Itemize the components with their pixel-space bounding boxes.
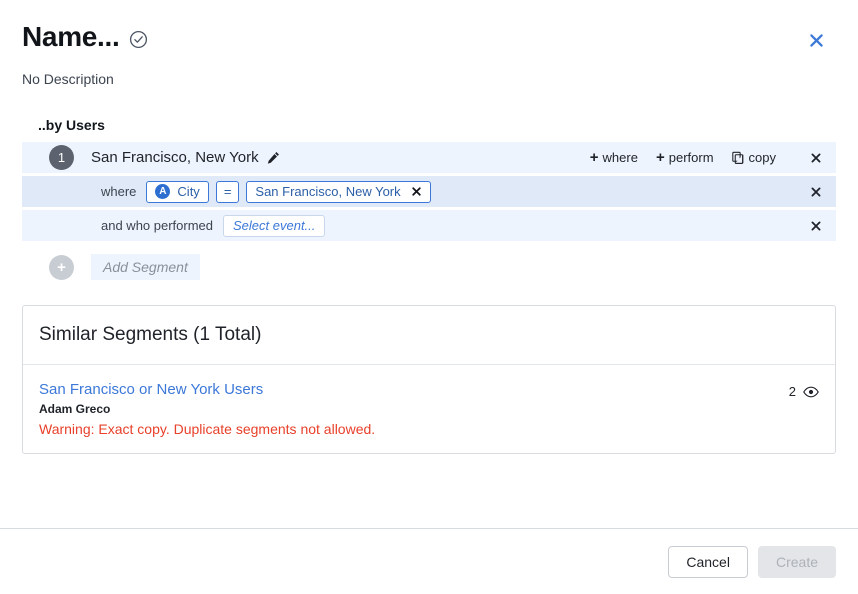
close-icon[interactable] bbox=[805, 29, 827, 51]
operator-selector[interactable]: = bbox=[215, 180, 240, 203]
copy-icon bbox=[731, 151, 745, 165]
property-selector-city[interactable]: A City bbox=[146, 180, 209, 203]
create-button[interactable]: Create bbox=[757, 545, 836, 578]
property-label: City bbox=[177, 184, 200, 199]
duplicate-warning-text: Warning: Exact copy. Duplicate segments … bbox=[39, 421, 376, 437]
view-count: 2 bbox=[788, 384, 796, 399]
similar-segment-author: Adam Greco bbox=[39, 402, 111, 416]
modal-header: Name... No Description bbox=[0, 0, 858, 88]
add-where-label: where bbox=[602, 150, 638, 165]
remove-segment-icon[interactable] bbox=[810, 152, 822, 164]
copy-label: copy bbox=[748, 150, 776, 165]
performed-condition-row: and who performed Select event... bbox=[22, 210, 836, 241]
similar-segment-meta: 2 bbox=[789, 381, 819, 399]
add-perform-label: perform bbox=[668, 150, 714, 165]
segment-name: San Francisco, New York bbox=[91, 149, 280, 166]
remove-performed-condition-icon[interactable] bbox=[810, 220, 822, 232]
add-where-button[interactable]: + where bbox=[590, 150, 638, 165]
add-segment-plus-icon[interactable]: + bbox=[49, 254, 74, 280]
cancel-button[interactable]: Cancel bbox=[668, 545, 748, 578]
segment-builder: ..by Users 1 San Francisco, New York + w… bbox=[22, 117, 836, 282]
page-title: Name... bbox=[22, 21, 120, 52]
segment-name-text: San Francisco, New York bbox=[91, 149, 259, 166]
modal-footer: Cancel Create bbox=[0, 528, 858, 594]
similar-segments-card: Similar Segments (1 Total) San Francisco… bbox=[22, 305, 836, 454]
add-segment-row: + Add Segment bbox=[22, 252, 836, 282]
builder-scope-label: ..by Users bbox=[38, 117, 105, 133]
value-text: San Francisco, New York bbox=[255, 184, 401, 199]
add-segment-button[interactable]: Add Segment bbox=[91, 254, 200, 280]
segment-row-actions: + where + perform copy bbox=[590, 150, 822, 165]
title-row: Name... bbox=[22, 20, 836, 54]
similar-segments-title: Similar Segments (1 Total) bbox=[39, 324, 262, 345]
pencil-icon[interactable] bbox=[267, 151, 280, 164]
where-row-actions bbox=[794, 186, 822, 198]
performed-label: and who performed bbox=[101, 218, 214, 233]
description-text: No Description bbox=[22, 71, 114, 87]
clear-value-icon[interactable] bbox=[411, 186, 422, 197]
select-event-button[interactable]: Select event... bbox=[223, 214, 326, 237]
similar-segment-link[interactable]: San Francisco or New York Users bbox=[39, 381, 789, 398]
eye-icon[interactable] bbox=[803, 386, 819, 398]
plus-icon: + bbox=[589, 149, 599, 166]
text-property-icon: A bbox=[155, 184, 171, 199]
similar-segments-header: Similar Segments (1 Total) bbox=[23, 306, 835, 365]
copy-segment-button[interactable]: copy bbox=[731, 150, 776, 165]
where-condition-row: where A City = San Francisco, New York bbox=[22, 176, 836, 207]
table-row: San Francisco or New York Users Adam Gre… bbox=[23, 365, 835, 453]
modal-body: ..by Users 1 San Francisco, New York + w… bbox=[0, 88, 858, 528]
create-segment-modal: Name... No Description ..by Users 1 San bbox=[0, 0, 858, 594]
segment-number-badge: 1 bbox=[49, 145, 74, 170]
segment-title-row: 1 San Francisco, New York + where + perf… bbox=[22, 142, 836, 173]
add-perform-button[interactable]: + perform bbox=[656, 150, 714, 165]
plus-icon: + bbox=[655, 149, 665, 166]
similar-segment-info: San Francisco or New York Users Adam Gre… bbox=[39, 381, 789, 437]
where-label: where bbox=[101, 184, 137, 199]
remove-where-condition-icon[interactable] bbox=[810, 186, 822, 198]
check-circle-icon bbox=[129, 30, 148, 49]
value-chip[interactable]: San Francisco, New York bbox=[246, 180, 431, 203]
performed-row-actions bbox=[794, 220, 822, 232]
